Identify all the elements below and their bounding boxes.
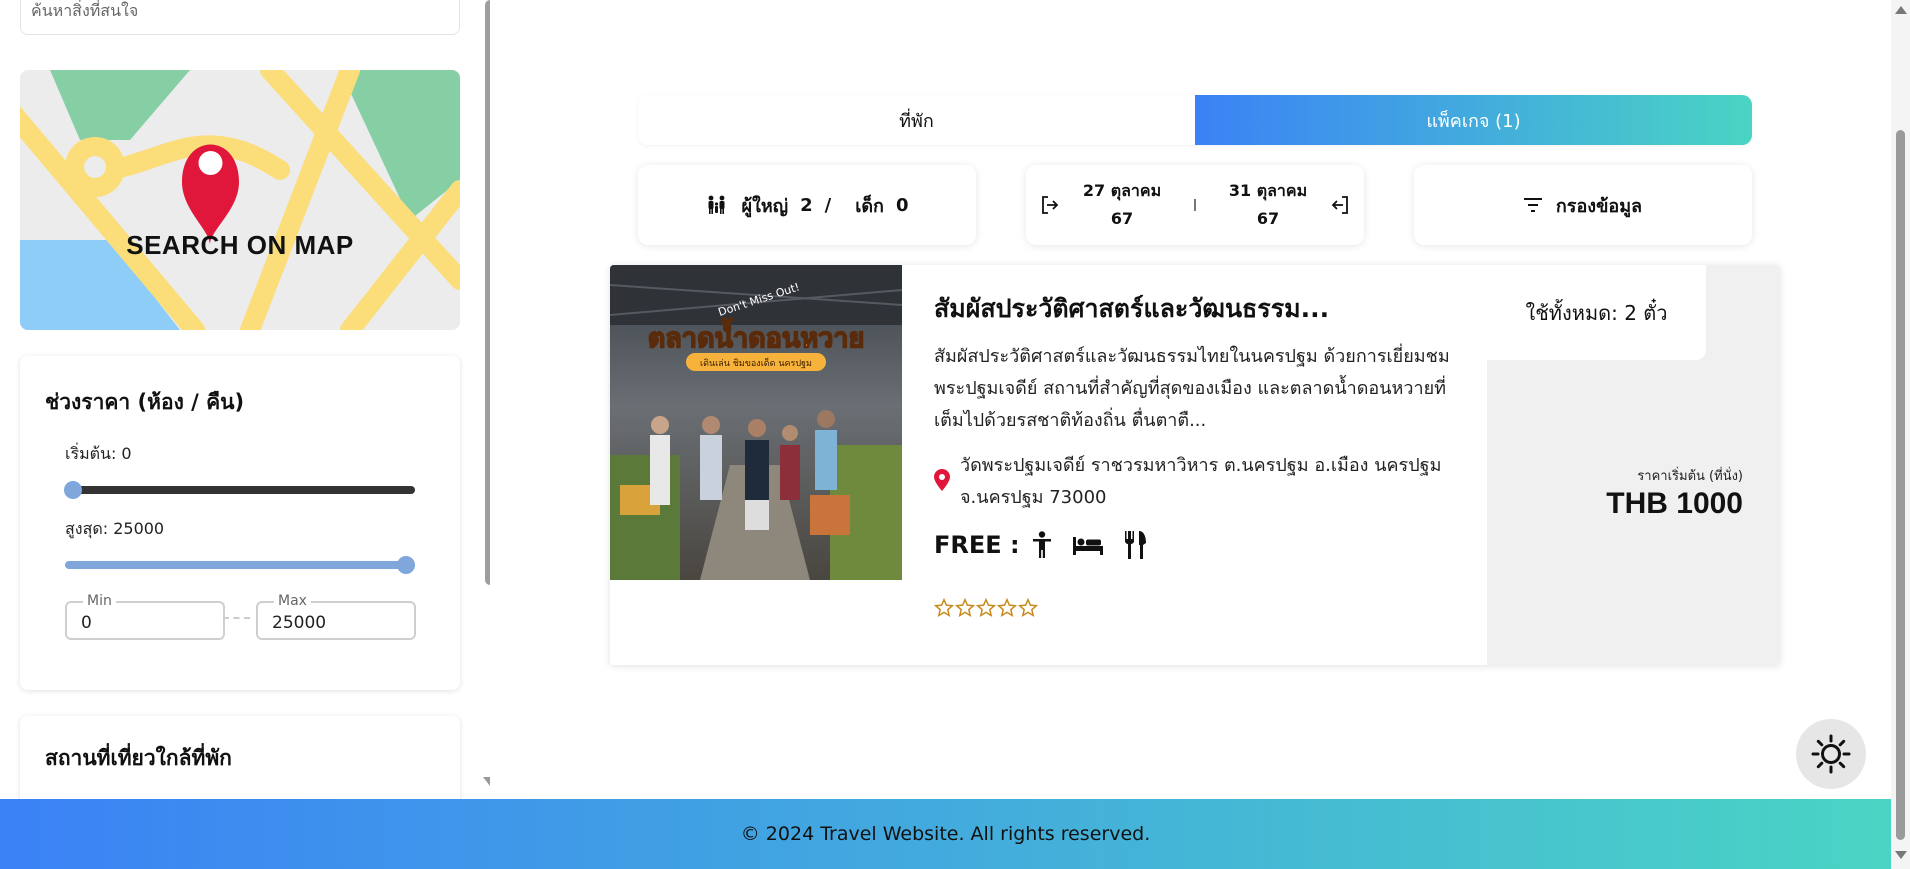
min-price-slider-thumb[interactable]	[64, 481, 82, 499]
package-image[interactable]: Don't Miss Out! ตลาดน้ำดอนหวาย เดินเล่น …	[610, 265, 902, 580]
result-tabs: ที่พัก แพ็คเกจ (1)	[638, 95, 1752, 145]
min-price-slider[interactable]	[65, 486, 415, 494]
search-on-map-button[interactable]: SEARCH ON MAP	[20, 70, 460, 330]
market-photo: Don't Miss Out! ตลาดน้ำดอนหวาย เดินเล่น …	[610, 265, 902, 580]
search-input[interactable]: ค้นหาสิ่งที่สนใจ	[20, 0, 460, 35]
footer: © 2024 Travel Website. All rights reserv…	[0, 799, 1891, 869]
package-title[interactable]: สัมผัสประวัติศาสตร์และวัฒนธรรม...	[934, 289, 1329, 329]
child-label: เด็ก	[855, 195, 884, 217]
scroll-down-icon[interactable]	[1895, 851, 1907, 859]
page-scrollbar[interactable]	[1891, 0, 1910, 869]
guest-separator: /	[824, 194, 832, 216]
location-pin-icon	[934, 469, 950, 491]
checkin-date[interactable]: 27 ตุลาคม 67	[1072, 177, 1172, 233]
filter-button[interactable]: กรองข้อมูล	[1414, 165, 1752, 245]
star-icon[interactable]	[955, 598, 975, 618]
footer-copyright: © 2024 Travel Website. All rights reserv…	[740, 823, 1151, 845]
checkout-date-line2: 67	[1256, 209, 1280, 228]
photo-headline: ตลาดน้ำดอนหวาย	[648, 317, 865, 354]
checkin-date-line1: 27 ตุลาคม	[1082, 181, 1162, 200]
package-card[interactable]: Don't Miss Out! ตลาดน้ำดอนหวาย เดินเล่น …	[610, 265, 1780, 665]
package-address: วัดพระปฐมเจดีย์ ราชวรมหาวิหาร ต.นครปฐม อ…	[960, 455, 1442, 508]
checkout-date-line1: 31 ตุลาคม	[1228, 181, 1308, 200]
scroll-up-icon[interactable]	[1895, 6, 1907, 14]
checkout-icon	[1331, 196, 1348, 214]
bed-icon	[1073, 537, 1103, 555]
sidebar-scrollbar[interactable]	[485, 0, 490, 585]
quota-box: ใช้ทั้งหมด: 2 ตั๋ว	[1487, 265, 1706, 360]
theme-toggle-button[interactable]	[1796, 719, 1866, 789]
checkout-date[interactable]: 31 ตุลาคม 67	[1218, 177, 1318, 233]
filter-label: กรองข้อมูล	[1555, 195, 1643, 217]
free-label: FREE :	[934, 531, 1020, 559]
nearby-attractions-card: สถานที่เที่ยวใกล้ที่พัก	[20, 716, 460, 799]
min-price-legend: Min	[83, 593, 116, 609]
search-on-map-label: SEARCH ON MAP	[126, 230, 354, 260]
star-icon[interactable]	[934, 598, 954, 618]
person-icon	[1033, 531, 1051, 558]
min-price-field[interactable]: Min 0	[65, 593, 225, 640]
price-range-title: ช่วงราคา (ห้อง / คืน)	[45, 390, 245, 414]
date-range-picker[interactable]: 27 ตุลาคม 67 31 ตุลาคม 67	[1026, 165, 1364, 245]
tab-package[interactable]: แพ็คเกจ (1)	[1195, 95, 1752, 145]
quota-text: ใช้ทั้งหมด: 2 ตั๋ว	[1525, 300, 1668, 325]
star-icon[interactable]	[997, 598, 1017, 618]
max-price-legend: Max	[274, 593, 311, 609]
family-icon	[708, 195, 725, 214]
rating-stars	[934, 598, 1038, 618]
sidebar-scroll-down-icon[interactable]	[483, 777, 490, 786]
sun-icon	[1811, 734, 1851, 774]
min-price-value: 0	[81, 613, 92, 633]
sidebar: ค้นหาสิ่งที่สนใจ SEARCH ON MAP ช่วงราคา …	[0, 0, 490, 799]
package-price-panel: ใช้ทั้งหมด: 2 ตั๋ว ราคาเริ่มต้น (ที่นั่ง…	[1487, 265, 1780, 665]
max-price-value: 25000	[272, 613, 327, 633]
search-placeholder: ค้นหาสิ่งที่สนใจ	[31, 1, 139, 20]
max-price-field[interactable]: Max 25000	[256, 593, 416, 640]
star-icon[interactable]	[1018, 598, 1038, 618]
date-separator	[1194, 199, 1196, 211]
adult-count: 2	[800, 194, 813, 216]
filter-icon	[1523, 198, 1542, 212]
min-price-label: เริ่มต้น: 0	[65, 444, 132, 463]
package-description: สัมผัสประวัติศาสตร์และวัฒนธรรมไทยในนครปฐ…	[934, 346, 1450, 431]
price-range-card: ช่วงราคา (ห้อง / คืน) เริ่มต้น: 0 สูงสุด…	[20, 356, 460, 690]
checkin-icon	[1042, 196, 1059, 214]
child-count: 0	[895, 194, 909, 216]
max-price-label: สูงสุด: 25000	[65, 519, 165, 538]
checkin-date-line2: 67	[1110, 209, 1134, 228]
tab-accommodation[interactable]: ที่พัก	[638, 95, 1195, 145]
nearby-attractions-title: สถานที่เที่ยวใกล้ที่พัก	[45, 746, 232, 770]
star-icon[interactable]	[976, 598, 996, 618]
adult-label: ผู้ใหญ่	[741, 195, 789, 217]
map-illustration	[20, 70, 460, 330]
utensils-icon	[1125, 531, 1146, 559]
guest-selector[interactable]: ผู้ใหญ่ 2 / เด็ก 0	[638, 165, 976, 245]
price-value: THB 1000	[1606, 487, 1743, 520]
range-divider	[223, 617, 250, 619]
price-caption: ราคาเริ่มต้น (ที่นั่ง)	[1637, 469, 1743, 484]
max-price-slider-thumb[interactable]	[397, 556, 415, 574]
page-scrollbar-thumb[interactable]	[1896, 130, 1905, 840]
max-price-slider[interactable]	[65, 561, 415, 569]
